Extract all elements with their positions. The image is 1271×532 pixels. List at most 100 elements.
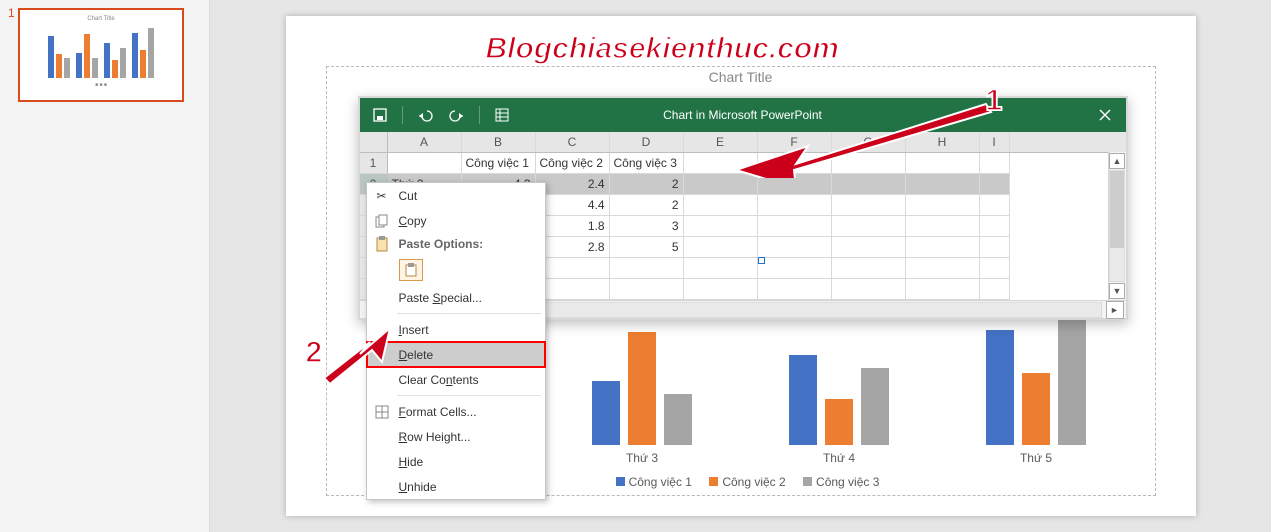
cell-G5[interactable] [832, 237, 906, 258]
menu-format-cells-label: Format Cells... [399, 405, 477, 419]
bar-s1-c3 [789, 355, 817, 445]
menu-delete[interactable]: Delete [367, 342, 545, 367]
quick-access-toolbar [366, 103, 516, 127]
cell-C2[interactable]: 2.4 [536, 174, 610, 195]
scroll-right-icon[interactable]: ► [1106, 301, 1124, 319]
scroll-down-icon[interactable]: ▼ [1109, 283, 1125, 299]
legend-swatch-1 [616, 477, 625, 486]
col-header-A[interactable]: A [388, 132, 462, 152]
bar-s2-c4 [1022, 373, 1050, 445]
cell-E4[interactable] [684, 216, 758, 237]
edit-data-icon[interactable] [488, 103, 516, 127]
bar-s2-c2 [628, 332, 656, 445]
legend-label-3: Công việc 3 [816, 475, 879, 489]
menu-clear-contents-label: Clear Contents [399, 373, 479, 387]
paste-option-default[interactable] [399, 259, 423, 281]
cell-I4[interactable] [980, 216, 1010, 237]
bar-s1-c2 [592, 381, 620, 445]
menu-cut-label: Cut [399, 189, 418, 203]
cell-C3[interactable]: 4.4 [536, 195, 610, 216]
save-icon[interactable] [366, 103, 394, 127]
menu-hide[interactable]: Hide [367, 449, 545, 474]
row-header-1[interactable]: 1 [360, 153, 388, 174]
cat-label-2: Thứ 3 [626, 451, 658, 465]
cell-D2[interactable]: 2 [610, 174, 684, 195]
bar-s3-c2 [664, 394, 692, 445]
bar-group-2 [592, 317, 692, 445]
select-all-corner[interactable] [360, 132, 388, 152]
cell-E5[interactable] [684, 237, 758, 258]
menu-paste-options-header: Paste Options: [367, 233, 545, 255]
slide-thumbnail-panel: 1 Chart Title ■ ■ ■ [0, 0, 210, 532]
menu-insert[interactable]: Insert [367, 317, 545, 342]
cell-E3[interactable] [684, 195, 758, 216]
cell-I3[interactable] [980, 195, 1010, 216]
cell-C5[interactable]: 2.8 [536, 237, 610, 258]
cell-H3[interactable] [906, 195, 980, 216]
redo-icon[interactable] [443, 103, 471, 127]
paste-options-row [367, 255, 545, 285]
bar-group-4 [986, 317, 1086, 445]
cell-G3[interactable] [832, 195, 906, 216]
cell-B1[interactable]: Công việc 1 [462, 153, 536, 174]
bar-s3-c3 [861, 368, 889, 445]
menu-copy[interactable]: Copy [367, 208, 545, 233]
cell-D1[interactable]: Công việc 3 [610, 153, 684, 174]
arrow-1 [736, 98, 996, 178]
cell-C1[interactable]: Công việc 2 [536, 153, 610, 174]
menu-row-height-label: Row Height... [399, 430, 471, 444]
data-range-handle[interactable] [758, 257, 765, 264]
menu-hide-label: Hide [399, 455, 424, 469]
cell-D3[interactable]: 2 [610, 195, 684, 216]
cell-F5[interactable] [758, 237, 832, 258]
cell-F4[interactable] [758, 216, 832, 237]
bar-s2-c3 [825, 399, 853, 445]
vertical-scrollbar[interactable]: ▲ ▼ [1108, 152, 1126, 300]
cell-H5[interactable] [906, 237, 980, 258]
slide[interactable]: Blogchiasekienthuc.com 1 2 Chart Title [286, 16, 1196, 516]
col-header-B[interactable]: B [462, 132, 536, 152]
menu-format-cells[interactable]: Format Cells... [367, 399, 545, 424]
cell-C4[interactable]: 1.8 [536, 216, 610, 237]
thumbnail-chart-title: Chart Title [30, 16, 172, 22]
menu-paste-options-label: Paste Options: [399, 237, 484, 251]
cell-D5[interactable]: 5 [610, 237, 684, 258]
legend-swatch-3 [803, 477, 812, 486]
copy-icon [373, 212, 391, 230]
slide-thumbnail-1[interactable]: Chart Title ■ ■ ■ [18, 8, 184, 102]
cell-F3[interactable] [758, 195, 832, 216]
legend-label-2: Công việc 2 [722, 475, 785, 489]
close-button[interactable] [1084, 98, 1126, 132]
menu-unhide[interactable]: Unhide [367, 474, 545, 499]
legend-label-1: Công việc 1 [629, 475, 692, 489]
legend-swatch-2 [709, 477, 718, 486]
menu-row-height[interactable]: Row Height... [367, 424, 545, 449]
undo-icon[interactable] [411, 103, 439, 127]
cell-A1[interactable] [388, 153, 462, 174]
menu-paste-special[interactable]: Paste Special... [367, 285, 545, 310]
clipboard-icon [373, 235, 391, 253]
menu-cut[interactable]: ✂ Cut [367, 183, 545, 208]
col-header-D[interactable]: D [610, 132, 684, 152]
callout-2: 2 [306, 336, 323, 370]
slide-canvas: Blogchiasekienthuc.com 1 2 Chart Title [210, 0, 1271, 532]
menu-unhide-label: Unhide [399, 480, 437, 494]
callout-1: 1 [986, 84, 1003, 118]
bar-s3-c4 [1058, 317, 1086, 445]
scroll-up-icon[interactable]: ▲ [1109, 153, 1125, 169]
thumbnail-chart [30, 26, 172, 78]
cell-H4[interactable] [906, 216, 980, 237]
menu-clear-contents[interactable]: Clear Contents [367, 367, 545, 392]
cell-I5[interactable] [980, 237, 1010, 258]
menu-delete-label: Delete [399, 348, 434, 362]
row-context-menu: ✂ Cut Copy Paste Options: Paste Special.… [366, 182, 546, 500]
vertical-scrollbar-thumb[interactable] [1110, 171, 1124, 248]
cell-G4[interactable] [832, 216, 906, 237]
cell-D4[interactable]: 3 [610, 216, 684, 237]
format-cells-icon [373, 403, 391, 421]
bar-s1-c4 [986, 330, 1014, 445]
cat-label-3: Thứ 4 [823, 451, 855, 465]
menu-copy-label: Copy [399, 214, 427, 228]
menu-paste-special-label: Paste Special... [399, 291, 482, 305]
col-header-C[interactable]: C [536, 132, 610, 152]
